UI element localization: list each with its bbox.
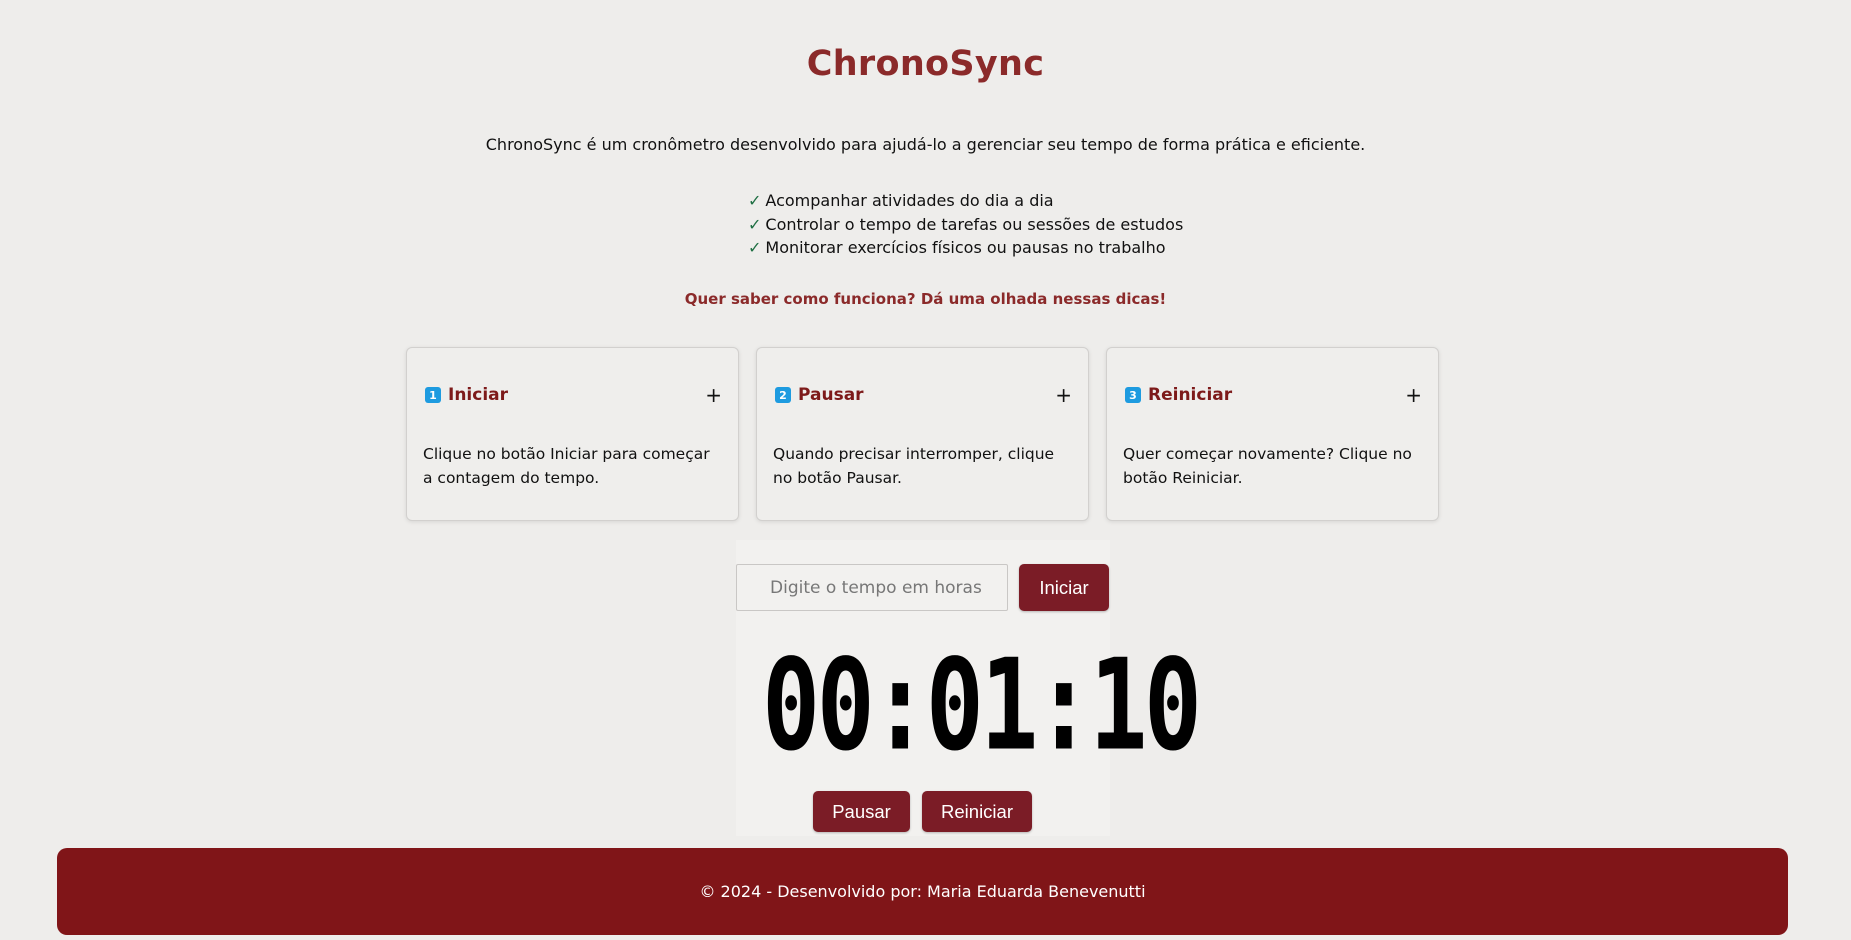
check-icon: ✓ — [748, 238, 762, 257]
feature-item: ✓ Acompanhar atividades do dia a dia — [748, 189, 1183, 213]
page-title: ChronoSync — [806, 44, 1045, 84]
intro-text: ChronoSync é um cronômetro desenvolvido … — [485, 135, 1366, 154]
expand-plus-icon[interactable]: + — [1055, 385, 1072, 405]
pause-button[interactable]: Pausar — [813, 791, 910, 832]
check-icon: ✓ — [748, 214, 762, 234]
number-badge-icon: 1 — [425, 387, 441, 403]
tip-card-pausar: 2 Pausar + Quando precisar interromper, … — [756, 347, 1089, 521]
page: ChronoSync ChronoSync é um cronômetro de… — [0, 0, 1851, 940]
tip-card-iniciar: 1 Iniciar + Clique no botão Iniciar para… — [406, 347, 739, 521]
feature-text: Controlar o tempo de tarefas ou sessões … — [765, 214, 1184, 234]
tip-card-title: Reiniciar — [1148, 385, 1233, 405]
timer-display: 00:01:10 — [762, 633, 1202, 779]
tip-card-header[interactable]: 1 Iniciar + — [425, 384, 722, 406]
tip-card-reiniciar: 3 Reiniciar + Quer começar novamente? Cl… — [1106, 347, 1439, 521]
expand-plus-icon[interactable]: + — [1405, 385, 1422, 405]
number-badge-icon: 3 — [1125, 387, 1141, 403]
tip-card-body: Quando precisar interromper, clique no b… — [773, 445, 1055, 487]
tip-card-title: Pausar — [798, 385, 864, 405]
tip-card-title: Iniciar — [448, 385, 509, 405]
tip-card-body: Quer começar novamente? Clique no botão … — [1123, 445, 1412, 487]
tip-card-header[interactable]: 3 Reiniciar + — [1125, 384, 1422, 406]
reset-button[interactable]: Reiniciar — [922, 791, 1032, 832]
number-badge-icon: 2 — [775, 387, 791, 403]
feature-text: Monitorar exercícios físicos ou pausas n… — [765, 238, 1166, 257]
start-button[interactable]: Iniciar — [1019, 564, 1109, 611]
tips-heading: Quer saber como funciona? Dá uma olhada … — [684, 290, 1167, 308]
feature-text: Acompanhar atividades do dia a dia — [765, 191, 1054, 210]
expand-plus-icon[interactable]: + — [705, 385, 722, 405]
footer-text: © 2024 - Desenvolvido por: Maria Eduarda… — [699, 882, 1146, 901]
footer: © 2024 - Desenvolvido por: Maria Eduarda… — [57, 848, 1788, 935]
tip-card-body: Clique no botão Iniciar para começar a c… — [423, 445, 710, 487]
feature-item: ✓ Monitorar exercícios físicos ou pausas … — [748, 236, 1183, 260]
check-icon: ✓ — [748, 191, 762, 210]
feature-list: ✓ Acompanhar atividades do dia a dia ✓ Con… — [748, 189, 1183, 260]
hours-input[interactable] — [736, 564, 1008, 611]
tip-card-header[interactable]: 2 Pausar + — [775, 384, 1072, 406]
feature-item: ✓ Controlar o tempo de tarefas ou sessões… — [748, 213, 1183, 237]
